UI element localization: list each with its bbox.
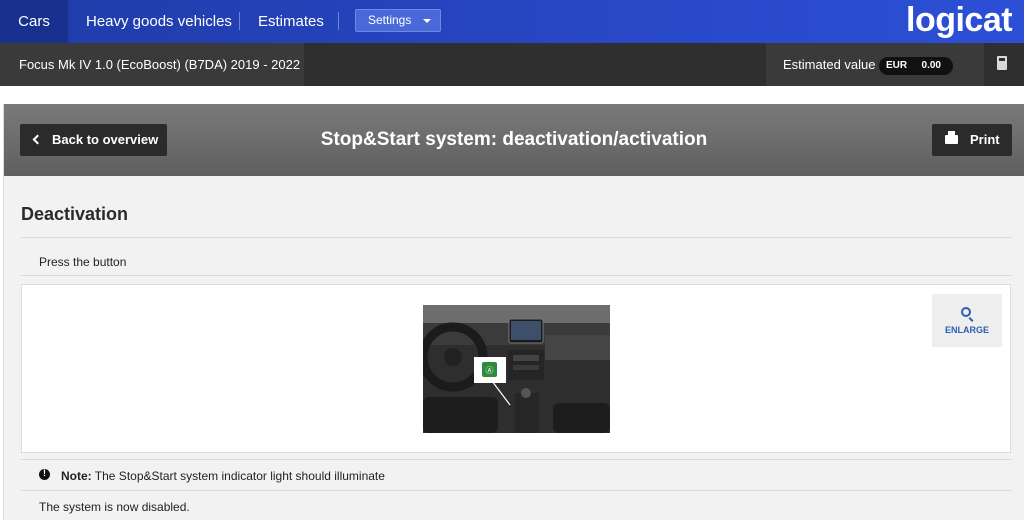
svg-text:Ⓐ: Ⓐ [486, 366, 494, 375]
note: Note: The Stop&Start system indicator li… [61, 469, 385, 483]
instruction-text: Press the button [39, 255, 127, 269]
status-text: The system is now disabled. [39, 500, 190, 514]
divider [21, 459, 1012, 460]
chevron-left-icon [32, 134, 43, 145]
printer-icon [945, 131, 958, 144]
estimated-value-amount: 0.00 [921, 60, 941, 71]
enlarge-label: ENLARGE [944, 325, 989, 335]
estimated-value-label: Estimated value [783, 57, 876, 72]
divider [21, 237, 1012, 238]
back-to-overview-button[interactable]: Back to overview [20, 124, 167, 156]
page-title: Stop&Start system: deactivation/activati… [320, 129, 708, 150]
estimated-value-box: Estimated value EUR 0.00 [766, 43, 984, 86]
tab-heavy-goods-vehicles[interactable]: Heavy goods vehicles [86, 0, 232, 43]
divider [21, 490, 1012, 491]
section-title: Deactivation [21, 204, 129, 224]
calculator-icon[interactable] [997, 56, 1007, 70]
currency-code: EUR [886, 60, 908, 71]
dashboard-photo[interactable]: Ⓐ [423, 305, 610, 433]
note-prefix: Note: [61, 469, 92, 483]
magnifier-icon [961, 307, 971, 317]
nav-divider [239, 12, 240, 30]
estimated-value-pill: EUR 0.00 [879, 57, 953, 75]
instruction-image-box: Ⓐ ENLARGE [21, 284, 1011, 453]
title-bar: Back to overview Stop&Start system: deac… [4, 104, 1024, 176]
print-button[interactable]: Print [932, 124, 1012, 156]
caret-down-icon [423, 19, 431, 23]
top-navigation: Cars Heavy goods vehicles Estimates Sett… [0, 0, 1024, 43]
vehicle-bar: Focus Mk IV 1.0 (EcoBoost) (B7DA) 2019 -… [0, 43, 1024, 86]
back-button-label: Back to overview [52, 132, 159, 147]
tab-cars[interactable]: Cars [0, 0, 68, 43]
nav-divider [338, 12, 339, 30]
logicat-logo: logicat [906, 1, 1013, 39]
tab-estimates[interactable]: Estimates [258, 0, 324, 43]
main-panel: Back to overview Stop&Start system: deac… [3, 104, 1024, 520]
divider [21, 275, 1012, 276]
exclamation-icon [39, 468, 50, 480]
note-text: The Stop&Start system indicator light sh… [94, 469, 385, 483]
print-button-label: Print [970, 132, 1000, 147]
dashboard-illustration: Ⓐ [423, 305, 610, 433]
vehicle-name[interactable]: Focus Mk IV 1.0 (EcoBoost) (B7DA) 2019 -… [0, 43, 304, 86]
settings-label: Settings [368, 13, 412, 27]
settings-dropdown[interactable]: Settings [355, 9, 441, 32]
enlarge-button[interactable]: ENLARGE [932, 294, 1002, 347]
